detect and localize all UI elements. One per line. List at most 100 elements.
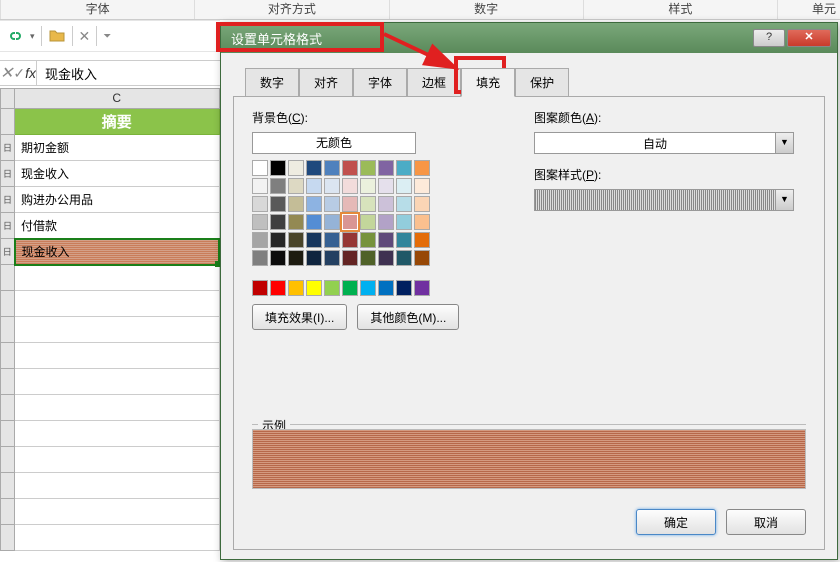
ok-button[interactable]: 确定 [636, 509, 716, 535]
color-swatch[interactable] [414, 178, 430, 194]
color-swatch[interactable] [270, 196, 286, 212]
data-cell[interactable] [15, 395, 220, 421]
color-swatch[interactable] [378, 178, 394, 194]
color-swatch[interactable] [252, 214, 268, 230]
color-swatch[interactable] [360, 250, 376, 266]
color-swatch[interactable] [378, 214, 394, 230]
data-cell[interactable]: 付借款 [15, 213, 220, 239]
color-swatch[interactable] [288, 160, 304, 176]
color-swatch[interactable] [306, 214, 322, 230]
color-swatch[interactable] [288, 250, 304, 266]
color-swatch[interactable] [324, 250, 340, 266]
tab-number[interactable]: 数字 [245, 68, 299, 97]
color-swatch[interactable] [324, 196, 340, 212]
column-header[interactable]: C [15, 89, 220, 109]
data-cell[interactable] [15, 421, 220, 447]
data-cell[interactable] [15, 447, 220, 473]
color-swatch[interactable] [378, 232, 394, 248]
color-swatch[interactable] [324, 232, 340, 248]
color-swatch[interactable] [306, 280, 322, 296]
dropdown-icon[interactable]: ⏷ [103, 31, 111, 42]
data-cell[interactable] [15, 291, 220, 317]
data-cell[interactable] [15, 265, 220, 291]
color-swatch[interactable] [288, 232, 304, 248]
color-swatch[interactable] [342, 214, 358, 230]
color-swatch[interactable] [360, 280, 376, 296]
selected-cell[interactable]: 现金收入 [15, 239, 220, 265]
color-swatch[interactable] [288, 280, 304, 296]
data-cell[interactable] [15, 525, 220, 551]
color-swatch[interactable] [396, 196, 412, 212]
color-swatch[interactable] [360, 178, 376, 194]
color-swatch[interactable] [360, 196, 376, 212]
color-swatch[interactable] [252, 160, 268, 176]
color-swatch[interactable] [360, 214, 376, 230]
color-swatch[interactable] [306, 178, 322, 194]
formula-accept-icon[interactable]: ✓ [13, 65, 25, 82]
color-swatch[interactable] [270, 250, 286, 266]
formula-cancel-icon[interactable]: ✕ [0, 63, 13, 83]
color-swatch[interactable] [288, 178, 304, 194]
color-swatch[interactable] [378, 160, 394, 176]
color-swatch[interactable] [414, 250, 430, 266]
color-swatch[interactable] [414, 160, 430, 176]
color-swatch[interactable] [306, 250, 322, 266]
color-swatch[interactable] [306, 160, 322, 176]
tab-align[interactable]: 对齐 [299, 68, 353, 97]
header-cell[interactable]: 摘要 [15, 109, 220, 135]
color-swatch[interactable] [342, 232, 358, 248]
data-cell[interactable]: 购进办公用品 [15, 187, 220, 213]
color-swatch[interactable] [252, 232, 268, 248]
color-swatch[interactable] [396, 178, 412, 194]
data-cell[interactable] [15, 317, 220, 343]
color-swatch[interactable] [288, 214, 304, 230]
color-swatch[interactable] [396, 160, 412, 176]
color-swatch[interactable] [288, 196, 304, 212]
color-swatch[interactable] [324, 160, 340, 176]
color-swatch[interactable] [378, 280, 394, 296]
color-swatch[interactable] [342, 196, 358, 212]
color-swatch[interactable] [342, 160, 358, 176]
color-swatch[interactable] [270, 232, 286, 248]
color-swatch[interactable] [396, 280, 412, 296]
data-cell[interactable] [15, 369, 220, 395]
tab-font[interactable]: 字体 [353, 68, 407, 97]
help-button[interactable]: ? [753, 29, 785, 47]
color-swatch[interactable] [360, 232, 376, 248]
no-color-button[interactable]: 无颜色 [252, 132, 416, 154]
folder-icon[interactable] [48, 27, 66, 45]
link-icon[interactable] [6, 27, 24, 45]
color-swatch[interactable] [342, 280, 358, 296]
chevron-down-icon[interactable]: ▼ [775, 190, 793, 210]
color-swatch[interactable] [270, 178, 286, 194]
color-swatch[interactable] [396, 250, 412, 266]
data-cell[interactable] [15, 343, 220, 369]
data-cell[interactable] [15, 499, 220, 525]
color-swatch[interactable] [252, 196, 268, 212]
chevron-down-icon[interactable]: ▼ [775, 133, 793, 153]
color-swatch[interactable] [342, 178, 358, 194]
color-swatch[interactable] [342, 250, 358, 266]
fill-effects-button[interactable]: 填充效果(I)... [252, 304, 347, 330]
cancel-button[interactable]: 取消 [726, 509, 806, 535]
formula-input[interactable] [36, 61, 229, 85]
data-cell[interactable]: 期初金额 [15, 135, 220, 161]
color-swatch[interactable] [378, 250, 394, 266]
tab-protect[interactable]: 保护 [515, 68, 569, 97]
color-swatch[interactable] [360, 160, 376, 176]
pattern-style-combo[interactable]: ▼ [534, 189, 794, 211]
color-swatch[interactable] [324, 280, 340, 296]
color-swatch[interactable] [414, 280, 430, 296]
other-colors-button[interactable]: 其他颜色(M)... [357, 304, 459, 330]
corner-cell[interactable] [1, 89, 15, 109]
close-button[interactable]: ✕ [787, 29, 831, 47]
dialog-titlebar[interactable]: 设置单元格格式 ? ✕ [221, 23, 837, 53]
color-swatch[interactable] [414, 232, 430, 248]
color-swatch[interactable] [270, 160, 286, 176]
color-swatch[interactable] [252, 280, 268, 296]
tab-fill[interactable]: 填充 [461, 68, 515, 97]
data-cell[interactable]: 现金收入 [15, 161, 220, 187]
color-swatch[interactable] [324, 178, 340, 194]
color-swatch[interactable] [306, 232, 322, 248]
color-swatch[interactable] [378, 196, 394, 212]
